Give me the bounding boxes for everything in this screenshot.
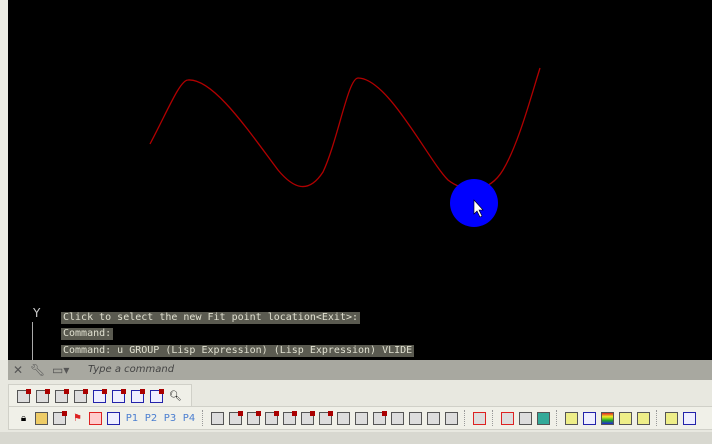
wrench-icon[interactable]: 🔧︎ — [30, 363, 45, 377]
view-right-icon[interactable] — [129, 388, 146, 405]
group-icon[interactable] — [263, 410, 280, 427]
group-icon[interactable] — [517, 410, 534, 427]
ucs-y-axis — [32, 322, 33, 362]
history-line: Click to select the new Fit point locati… — [61, 312, 361, 324]
flag-icon[interactable]: ⚑ — [69, 410, 86, 427]
history-line: Command: — [61, 328, 114, 340]
group-icon[interactable] — [227, 410, 244, 427]
ucs-y-label: Y — [33, 306, 41, 320]
layout-icon[interactable] — [51, 410, 68, 427]
command-input[interactable] — [86, 363, 490, 376]
layer-state-icon[interactable] — [617, 410, 634, 427]
toolbar-layouts: 🔒︎ ⚑ P1 P2 P3 P4 — [8, 406, 712, 430]
viewport-p4[interactable]: P4 — [180, 410, 198, 427]
spline-curve[interactable] — [149, 67, 541, 190]
group-icon[interactable] — [371, 410, 388, 427]
group-icon[interactable] — [389, 410, 406, 427]
viewport-p3[interactable]: P3 — [161, 410, 179, 427]
status-area — [0, 432, 712, 444]
lock-icon[interactable]: 🔒︎ — [15, 410, 32, 427]
close-icon[interactable]: ✕ — [13, 363, 23, 377]
layer-edit-icon[interactable] — [663, 410, 680, 427]
paper-space-icon[interactable] — [105, 410, 122, 427]
group-icon[interactable] — [245, 410, 262, 427]
pan-right-icon[interactable] — [53, 388, 70, 405]
spline-canvas — [149, 67, 541, 227]
layers-icon[interactable] — [599, 410, 616, 427]
group-select-icon[interactable] — [535, 410, 552, 427]
toolbar-pan: 🔍︎ — [8, 384, 192, 408]
open-folder-icon[interactable] — [33, 410, 50, 427]
layer-walk-icon[interactable] — [681, 410, 698, 427]
separator — [202, 410, 205, 426]
group-icon[interactable] — [443, 410, 460, 427]
left-edge — [0, 0, 8, 360]
viewport-p1[interactable]: P1 — [123, 410, 141, 427]
view-left-icon[interactable] — [148, 388, 165, 405]
layer-walk-icon[interactable] — [581, 410, 598, 427]
history-line: Command: u GROUP (Lisp Expression) (Lisp… — [61, 345, 415, 357]
command-prompt-icon[interactable]: ▭▾ — [52, 363, 69, 377]
group-icon[interactable] — [353, 410, 370, 427]
drawing-canvas[interactable]: Click to select the new Fit point locati… — [8, 0, 712, 362]
command-line: ✕ 🔧︎ ▭▾ — [8, 360, 712, 380]
group-icon[interactable] — [281, 410, 298, 427]
group-icon[interactable] — [299, 410, 316, 427]
zoom-icon[interactable]: 🔍︎ — [167, 388, 184, 405]
group-icon[interactable] — [317, 410, 334, 427]
layout-red-icon[interactable] — [87, 410, 104, 427]
view-up-icon[interactable] — [91, 388, 108, 405]
separator — [464, 410, 467, 426]
group-remove-icon[interactable] — [499, 410, 516, 427]
group-icon[interactable] — [407, 410, 424, 427]
pan-left-icon[interactable] — [72, 388, 89, 405]
layer-state-icon[interactable] — [635, 410, 652, 427]
group-add-icon[interactable] — [471, 410, 488, 427]
layer-edit-icon[interactable] — [563, 410, 580, 427]
group-icon[interactable] — [335, 410, 352, 427]
pan-down-icon[interactable] — [34, 388, 51, 405]
viewport-p2[interactable]: P2 — [142, 410, 160, 427]
separator — [656, 410, 659, 426]
separator — [492, 410, 495, 426]
group-icon[interactable] — [209, 410, 226, 427]
group-icon[interactable] — [425, 410, 442, 427]
view-down-icon[interactable] — [110, 388, 127, 405]
pan-up-icon[interactable] — [15, 388, 32, 405]
separator — [556, 410, 559, 426]
